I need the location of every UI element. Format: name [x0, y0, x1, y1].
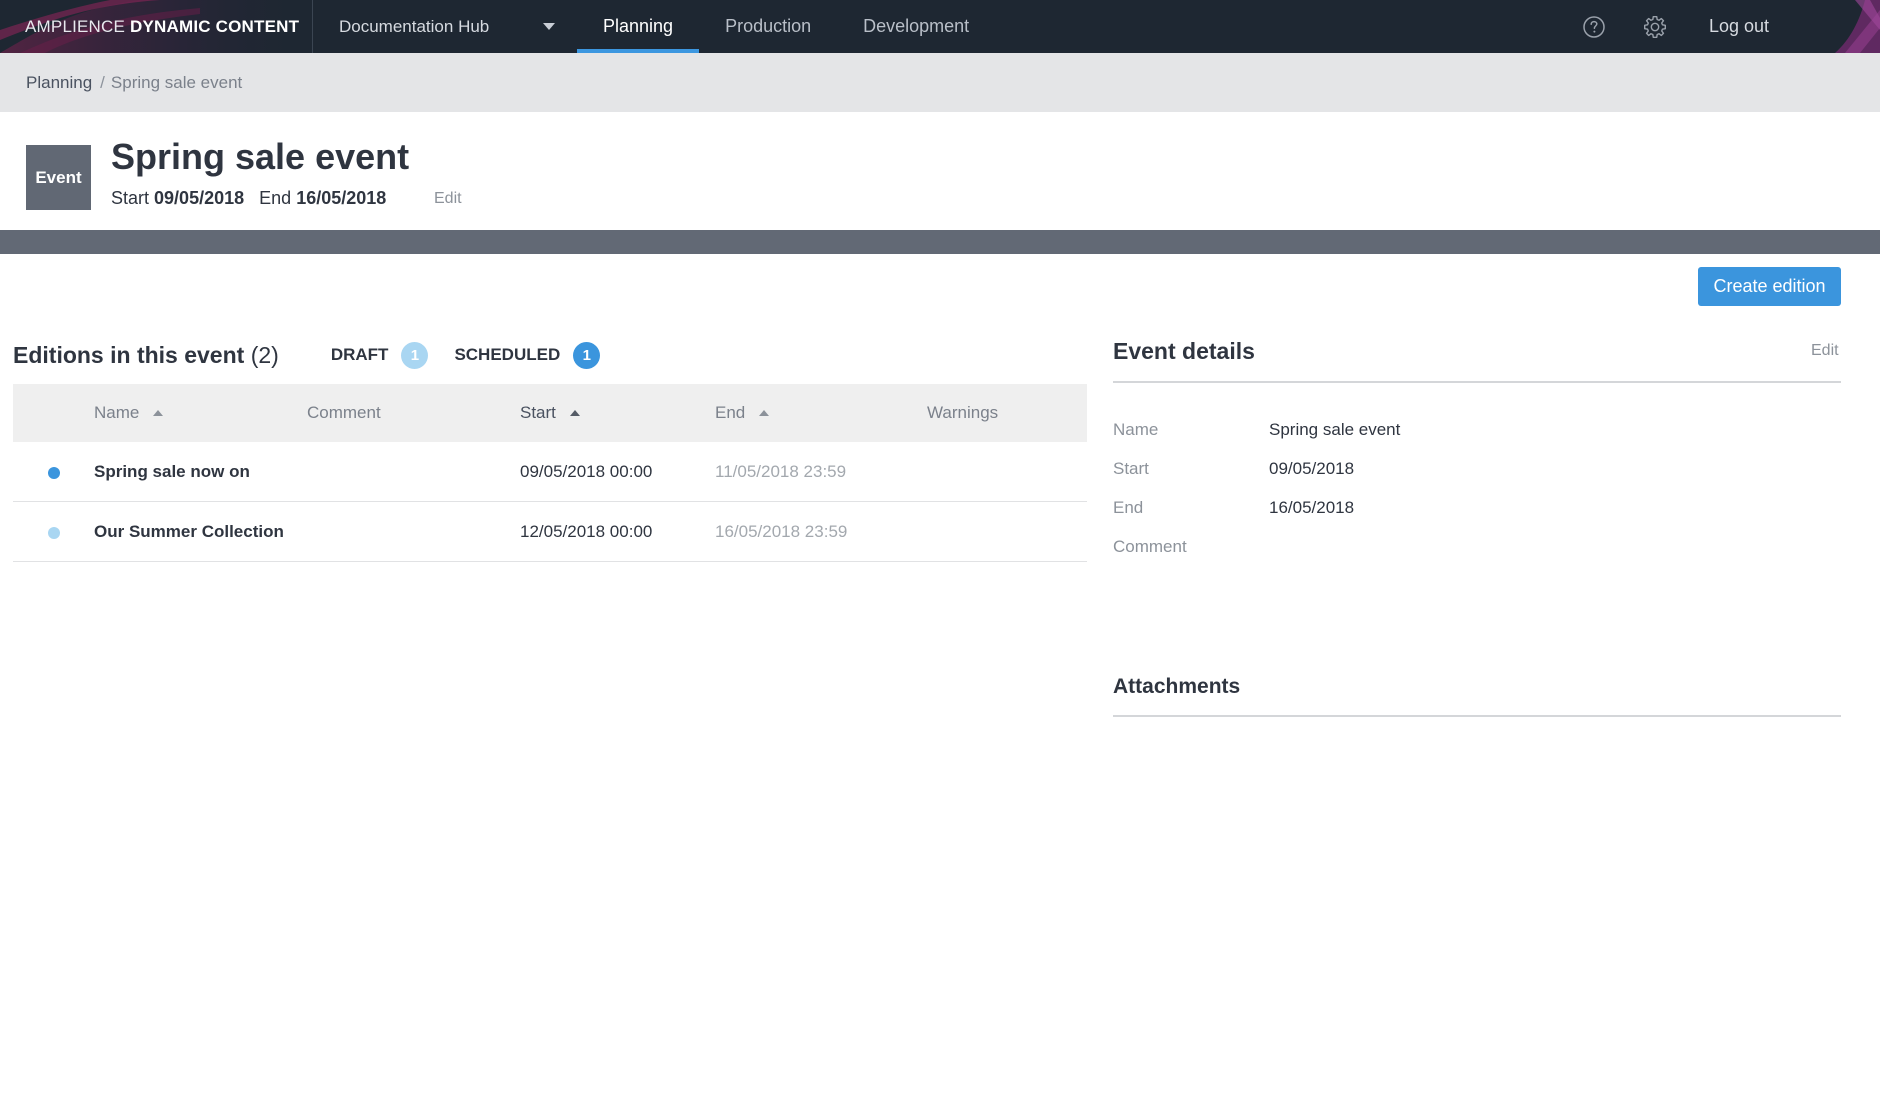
gear-icon[interactable] [1642, 14, 1668, 40]
column-name[interactable]: Name [94, 384, 164, 442]
breadcrumb-planning[interactable]: Planning [26, 73, 92, 93]
attachments-title: Attachments [1113, 675, 1241, 698]
draft-status-dot [48, 527, 60, 539]
logout-link[interactable]: Log out [1709, 16, 1769, 37]
scheduled-count-badge: 1 [573, 341, 601, 369]
breadcrumb-separator: / [100, 72, 105, 92]
details-divider [1113, 381, 1841, 383]
editions-count: (2) [250, 341, 279, 368]
header-divider [0, 230, 1880, 254]
sort-ascending-icon [153, 410, 164, 416]
editions-header: Editions in this event (2) DRAFT 1 SCHED… [13, 340, 601, 370]
tab-planning[interactable]: Planning [577, 0, 700, 53]
table-row[interactable]: Our Summer Collection 12/05/2018 00:00 1… [13, 502, 1087, 562]
detail-value-name: Spring sale event [1269, 420, 1401, 439]
edition-start: 09/05/2018 00:00 [520, 462, 653, 481]
tab-development[interactable]: Development [837, 0, 995, 53]
sort-ascending-icon [569, 410, 580, 416]
column-end[interactable]: End [715, 384, 770, 442]
nav-tabs: Planning Production Development [577, 0, 995, 53]
edit-details-link[interactable]: Edit [1811, 342, 1839, 360]
breadcrumb: Planning / Spring sale event [0, 53, 1880, 112]
detail-label-comment: Comment [1113, 537, 1187, 556]
edition-end: 11/05/2018 23:59 [715, 462, 847, 481]
column-start[interactable]: Start [520, 384, 580, 442]
editions-table: Name Comment Start End Warnings Spring s… [13, 384, 1087, 562]
column-warnings: Warnings [927, 403, 999, 422]
brand-prefix: AMPLIENCE [25, 16, 130, 36]
brand-strong: DYNAMIC CONTENT [129, 16, 300, 36]
status-filter-scheduled[interactable]: SCHEDULED 1 [454, 341, 601, 369]
page-title: Spring sale event [111, 136, 410, 177]
sort-ascending-icon [759, 410, 770, 416]
event-date-range: Start 09/05/2018 End 16/05/2018 [111, 188, 386, 209]
end-label: End [259, 188, 292, 208]
help-icon[interactable] [1581, 14, 1607, 40]
attachments-divider [1113, 715, 1841, 717]
end-date: 16/05/2018 [296, 188, 387, 208]
hub-label: Documentation Hub [339, 16, 490, 36]
corner-decoration [1835, 0, 1880, 53]
status-filter-draft[interactable]: DRAFT 1 [331, 341, 429, 369]
edit-event-link[interactable]: Edit [434, 190, 462, 208]
event-details-title: Event details [1113, 338, 1255, 364]
edition-start: 12/05/2018 00:00 [520, 522, 653, 541]
column-comment: Comment [307, 403, 381, 422]
detail-label-start: Start [1113, 459, 1149, 478]
event-type-badge: Event [26, 145, 91, 210]
detail-label-end: End [1113, 498, 1144, 517]
tab-production[interactable]: Production [699, 0, 837, 53]
edition-end: 16/05/2018 23:59 [715, 522, 848, 541]
draft-count-badge: 1 [401, 341, 429, 369]
brand-logo[interactable]: AMPLIENCE DYNAMIC CONTENT [0, 0, 313, 53]
event-header: Event Spring sale event Start 09/05/2018… [0, 112, 1880, 230]
top-nav: AMPLIENCE DYNAMIC CONTENT Documentation … [0, 0, 1880, 53]
create-edition-button[interactable]: Create edition [1698, 267, 1841, 306]
hub-selector[interactable]: Documentation Hub [313, 0, 577, 53]
edition-name: Spring sale now on [94, 462, 250, 481]
chevron-down-icon [543, 23, 555, 30]
start-date: 09/05/2018 [154, 188, 245, 208]
table-header: Name Comment Start End Warnings [13, 384, 1087, 442]
breadcrumb-current: Spring sale event [110, 72, 243, 92]
start-label: Start [111, 188, 150, 208]
detail-value-end: 16/05/2018 [1269, 498, 1355, 517]
editions-title: Editions in this event (2) [13, 341, 279, 368]
detail-label-name: Name [1113, 420, 1159, 439]
table-row[interactable]: Spring sale now on 09/05/2018 00:00 11/0… [13, 442, 1087, 502]
edition-name: Our Summer Collection [94, 522, 284, 541]
nav-actions: Log out [1550, 0, 1880, 53]
detail-value-start: 09/05/2018 [1269, 459, 1355, 478]
scheduled-status-dot [48, 467, 60, 479]
